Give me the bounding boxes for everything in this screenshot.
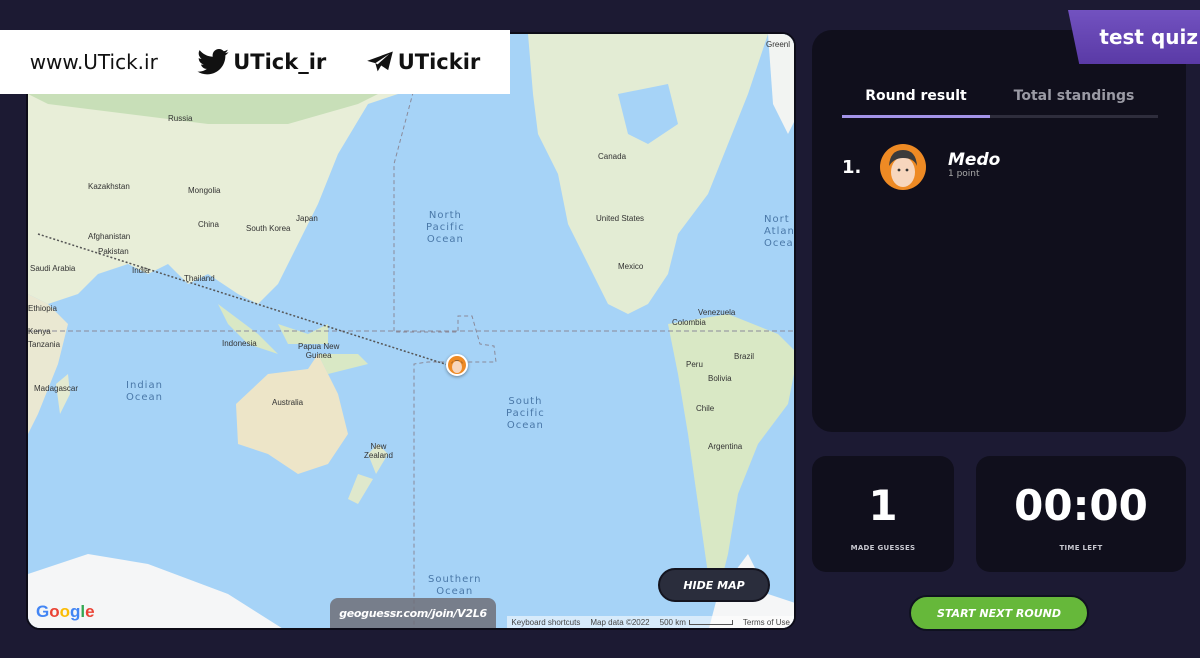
- terms-link[interactable]: Terms of Use: [743, 618, 790, 627]
- map-scale-label: 500 km: [659, 617, 686, 627]
- player-name: Medo: [948, 149, 1001, 170]
- start-next-round-button[interactable]: START NEXT ROUND: [909, 595, 1089, 631]
- map-label-ethiopia: Ethiopia: [28, 304, 57, 313]
- player-avatar-icon: [451, 360, 463, 373]
- map-label-kenya: Kenya: [28, 327, 51, 336]
- made-guesses-label: MADE GUESSES: [850, 544, 916, 552]
- map-label-indonesia: Indonesia: [222, 339, 257, 348]
- watermark-telegram-text: UTickir: [397, 50, 481, 74]
- map-label-kazakhstan: Kazakhstan: [88, 182, 130, 191]
- game-screen: Russia Kazakhstan Mongolia China Japan S…: [0, 0, 1200, 658]
- result-row: 1. Medo 1 point: [842, 144, 1000, 190]
- map-label-tanzania: Tanzania: [28, 340, 61, 349]
- map-label-mexico: Mexico: [618, 262, 644, 271]
- map-label-venezuela: Venezuela: [698, 308, 736, 317]
- google-logo: Google: [36, 602, 95, 621]
- telegram-plane-icon: [366, 51, 393, 72]
- player-info: Medo 1 point: [948, 150, 1000, 179]
- map-label-papua-new-guinea: Papua New Guinea: [298, 342, 340, 360]
- map-attribution: Keyboard shortcuts Map data ©2022 500 km…: [507, 616, 794, 628]
- map-label-pakistan: Pakistan: [98, 247, 129, 256]
- watermark-telegram: UTickir: [366, 50, 481, 74]
- watermark-site: www.UTick.ir: [30, 50, 158, 74]
- watermark-twitter-text: UTick_ir: [233, 50, 327, 74]
- map-label-south-korea: South Korea: [246, 224, 291, 233]
- map-label-russia: Russia: [168, 114, 193, 123]
- map-label-thailand: Thailand: [184, 274, 215, 283]
- join-link[interactable]: geoguessr.com/join/V2L6: [330, 598, 496, 628]
- result-map[interactable]: Russia Kazakhstan Mongolia China Japan S…: [26, 32, 796, 630]
- map-label-peru: Peru: [686, 360, 703, 369]
- map-label-saudi-arabia: Saudi Arabia: [30, 264, 76, 273]
- ocean-label-indian: Indian Ocean: [126, 380, 163, 403]
- map-label-new-zealand: New Zealand: [364, 442, 393, 460]
- map-label-madagascar: Madagascar: [34, 384, 79, 393]
- scale-bar: [688, 619, 733, 625]
- time-left-label: TIME LEFT: [1059, 544, 1103, 552]
- ocean-label-south-pacific: South Pacific Ocean: [506, 396, 545, 431]
- map-label-australia: Australia: [272, 398, 304, 407]
- made-guesses-value: 1: [868, 481, 898, 530]
- ocean-label-north-pacific: North Pacific Ocean: [426, 210, 465, 245]
- tab-total-standings[interactable]: Total standings: [990, 86, 1158, 115]
- watermark-site-text: www.UTick.ir: [29, 50, 158, 74]
- avatar: [880, 144, 926, 190]
- player-rank: 1.: [842, 156, 862, 178]
- ocean-label-southern: Southern Ocean: [428, 574, 482, 597]
- map-label-afghanistan: Afghanistan: [88, 232, 131, 241]
- map-label-colombia: Colombia: [672, 318, 706, 327]
- player-avatar-icon: [889, 150, 917, 187]
- map-scale: 500 km: [660, 618, 733, 627]
- results-panel: Round result Total standings 1. Medo 1 p…: [812, 30, 1186, 432]
- map-label-argentina: Argentina: [708, 442, 743, 451]
- map-label-brazil: Brazil: [734, 352, 755, 361]
- map-label-mongolia: Mongolia: [188, 186, 221, 195]
- map-label-chile: Chile: [696, 404, 715, 413]
- keyboard-shortcuts-link[interactable]: Keyboard shortcuts: [511, 618, 580, 627]
- made-guesses-box: 1 MADE GUESSES: [812, 456, 954, 572]
- twitter-bird-icon: [197, 49, 229, 75]
- map-label-china: China: [198, 220, 219, 229]
- ocean-label-north-atlantic: Nort Atlan Ocea: [764, 214, 795, 249]
- results-tabs: Round result Total standings: [842, 86, 1158, 118]
- map-data-text: Map data ©2022: [590, 617, 650, 627]
- map-label-greenland: Greenl: [766, 40, 791, 49]
- watermark-twitter: UTick_ir: [197, 49, 326, 75]
- guess-marker[interactable]: [446, 354, 468, 376]
- player-points: 1 point: [948, 168, 980, 179]
- hide-map-button[interactable]: HIDE MAP: [658, 568, 770, 602]
- map-label-united-states: United States: [596, 214, 645, 223]
- tab-round-result[interactable]: Round result: [842, 86, 990, 118]
- map-label-bolivia: Bolivia: [708, 374, 732, 383]
- time-left-value: 00:00: [1014, 481, 1148, 530]
- time-left-box: 00:00 TIME LEFT: [976, 456, 1186, 572]
- map-label-india: India: [132, 266, 150, 275]
- map-base: [28, 34, 794, 628]
- map-label-canada: Canada: [598, 152, 627, 161]
- watermark-banner: www.UTick.ir UTick_ir UTickir: [0, 30, 510, 94]
- map-label-japan: Japan: [296, 214, 318, 223]
- quiz-title-badge: test quiz: [1068, 10, 1200, 64]
